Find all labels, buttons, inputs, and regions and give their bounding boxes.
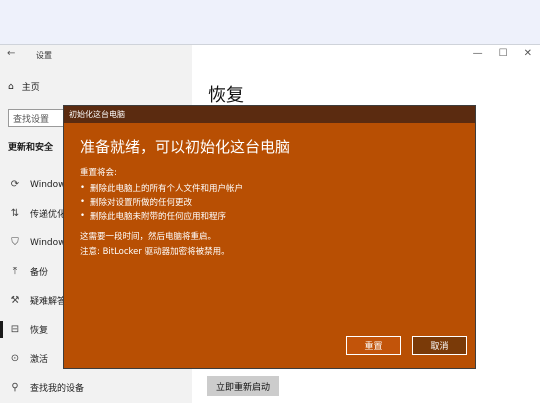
bullet-icon: • — [80, 211, 86, 221]
sidebar-item-label: 疑难解答 — [30, 297, 67, 307]
home-icon: ⌂ — [8, 81, 14, 92]
bullet-text: 删除此电脑未附带的任何应用和程序 — [90, 212, 227, 222]
list-item: • 删除此电脑上的所有个人文件和用户帐户 — [80, 181, 243, 195]
bullet-icon: • — [80, 197, 86, 207]
window-titlebar: ← 设置 — ☐ ✕ — [0, 45, 540, 65]
sidebar-item-label: 激活 — [30, 355, 49, 365]
dialog-bullet-list: • 删除此电脑上的所有个人文件和用户帐户 • 删除对设置所做的任何更改 • 删除此电脑… — [80, 181, 243, 223]
refresh-icon: ⟳ — [10, 179, 20, 190]
bullet-icon: • — [80, 183, 86, 193]
sidebar-item-label: 恢复 — [30, 326, 49, 336]
close-icon[interactable]: ✕ — [524, 48, 532, 59]
reset-pc-dialog: 初始化这台电脑 准备就绪，可以初始化这台电脑 重置将会: • 删除此电脑上的所有个… — [63, 105, 476, 369]
dialog-title: 初始化这台电脑 — [64, 106, 475, 123]
maximize-icon[interactable]: ☐ — [499, 48, 508, 59]
sidebar-item-label: 传递优化 — [30, 210, 67, 220]
wrench-icon: ⚒ — [10, 295, 20, 306]
sidebar-item-find-my-device[interactable]: ⚲ 查找我的设备 — [0, 373, 192, 402]
dialog-heading: 准备就绪，可以初始化这台电脑 — [80, 138, 291, 156]
list-item: • 删除此电脑未附带的任何应用和程序 — [80, 209, 243, 223]
minimize-icon[interactable]: — — [473, 48, 483, 59]
list-item: • 删除对设置所做的任何更改 — [80, 195, 243, 209]
delivery-icon: ⇅ — [10, 208, 20, 219]
find-device-icon: ⚲ — [11, 382, 19, 393]
recovery-icon: ⊟ — [10, 324, 20, 335]
sidebar-item-label: 备份 — [30, 268, 49, 278]
cancel-button[interactable]: 取消 — [412, 336, 467, 355]
back-arrow-icon[interactable]: ← — [7, 48, 15, 59]
reset-button[interactable]: 重置 — [346, 336, 401, 355]
shield-icon: ⛉ — [11, 237, 19, 248]
activation-icon: ⊙ — [10, 353, 20, 364]
section-title: 更新和安全 — [8, 143, 54, 153]
window-title: 设置 — [36, 51, 52, 60]
page-title: 恢复 — [208, 85, 244, 106]
bullet-text: 删除此电脑上的所有个人文件和用户帐户 — [90, 184, 244, 194]
dialog-intro: 重置将会: — [80, 168, 117, 178]
sidebar-item-label: 查找我的设备 — [30, 384, 85, 394]
home-label: 主页 — [21, 83, 40, 93]
sidebar-home[interactable]: ⌂ 主页 — [8, 80, 40, 94]
window-controls: — ☐ ✕ — [473, 48, 532, 59]
dialog-note-bitlocker: 注意: BitLocker 驱动器加密将被禁用。 — [80, 247, 230, 257]
dialog-note-restart: 这需要一段时间，然后电脑将重启。 — [80, 232, 217, 242]
backup-icon: ⤒ — [12, 266, 18, 277]
bullet-text: 删除对设置所做的任何更改 — [90, 198, 193, 208]
restart-now-button[interactable]: 立即重新启动 — [207, 376, 279, 396]
